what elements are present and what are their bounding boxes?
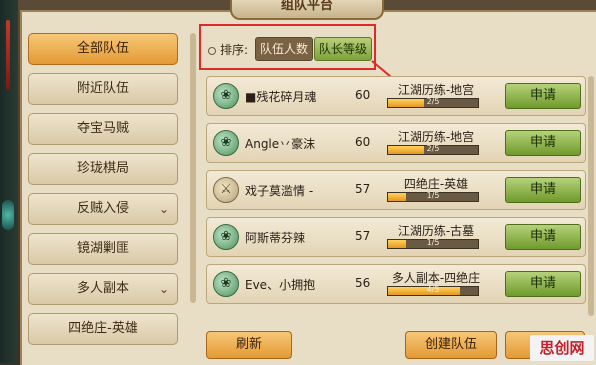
member-progress-bar: 4/5	[387, 285, 479, 296]
team-activity: 江湖历练-地宫	[397, 83, 475, 97]
window-title: 组队平台	[230, 0, 384, 20]
sidebar-item-label: 反贼入侵	[76, 201, 129, 216]
team-list: ❀ ■残花碎月魂 60 江湖历练-地宫 2/5 申请 ❀ Angle丷豪沫 60 江湖历练-地宫 2…	[206, 76, 586, 311]
sidebar-item-label: 四绝庄-英雄	[68, 321, 138, 336]
team-row: ❀ Angle丷豪沫 60 江湖历练-地宫 2/5 申请	[206, 123, 586, 163]
leaf-emblem-icon: ❀	[213, 130, 239, 156]
site-watermark: 思创网	[530, 335, 594, 361]
create-team-button[interactable]: 创建队伍	[405, 331, 497, 359]
team-row: ⚔ 戏子莫滥情 - 57 四绝庄-英雄 1/5 申请	[206, 170, 586, 210]
team-row: ❀ 阿斯蒂芬辣 57 江湖历练-古墓 1/5 申请	[206, 217, 586, 257]
apply-button[interactable]: 申请	[505, 130, 581, 156]
team-leader-name: Eve、小拥抱	[245, 278, 316, 292]
sidebar-item[interactable]: 四绝庄-英雄	[28, 313, 178, 345]
team-leader-name: 戏子莫滥情 -	[245, 184, 314, 198]
sidebar-scrollbar[interactable]	[190, 33, 196, 303]
member-progress-bar: 1/5	[387, 238, 479, 249]
sort-by-members-button[interactable]: 队伍人数	[255, 37, 313, 61]
team-leader-name: ■残花碎月魂	[245, 90, 317, 104]
sidebar-item[interactable]: 夺宝马贼	[28, 113, 178, 145]
sort-label-text: 排序:	[220, 43, 249, 57]
team-leader-name: 阿斯蒂芬辣	[245, 231, 306, 245]
sort-by-leader-level-button[interactable]: 队长等级	[314, 37, 372, 61]
sidebar-item[interactable]: 多人副本 ⌄	[28, 273, 178, 305]
jade-ornament-icon	[2, 200, 14, 230]
sidebar-item[interactable]: 珍珑棋局	[28, 153, 178, 185]
member-progress-bar: 2/5	[387, 97, 479, 108]
team-activity: 多人副本-四绝庄	[391, 271, 481, 285]
apply-button[interactable]: 申请	[505, 271, 581, 297]
team-activity: 四绝庄-英雄	[403, 177, 469, 191]
member-count-text: 4/5	[426, 285, 440, 294]
team-leader-level: 60	[355, 135, 371, 149]
team-row: ❀ ■残花碎月魂 60 江湖历练-地宫 2/5 申请	[206, 76, 586, 116]
radio-dot-icon	[208, 46, 216, 55]
left-border-decoration	[0, 0, 18, 363]
team-leader-level: 57	[355, 229, 371, 243]
sidebar-item-label: 夺宝马贼	[76, 121, 129, 136]
team-leader-level: 56	[355, 276, 371, 290]
chevron-down-icon[interactable]: ⌄	[159, 274, 169, 304]
member-count-text: 1/5	[426, 191, 440, 200]
sidebar-item[interactable]: 全部队伍	[28, 33, 178, 65]
team-leader-level: 57	[355, 182, 371, 196]
leaf-emblem-icon: ❀	[213, 271, 239, 297]
apply-button[interactable]: 申请	[505, 224, 581, 250]
team-activity: 江湖历练-古墓	[397, 224, 475, 238]
category-sidebar: 全部队伍附近队伍夺宝马贼珍珑棋局反贼入侵 ⌄ 镜湖剿匪多人副本 ⌄ 四绝庄-英雄	[28, 33, 188, 353]
refresh-button[interactable]: 刷新	[206, 331, 292, 359]
sidebar-item-label: 全部队伍	[76, 41, 129, 56]
team-row: ❀ Eve、小拥抱 56 多人副本-四绝庄 4/5 申请	[206, 264, 586, 304]
member-count-text: 1/5	[426, 238, 440, 247]
apply-button[interactable]: 申请	[505, 83, 581, 109]
sidebar-item-label: 多人副本	[76, 281, 129, 296]
leaf-emblem-icon: ❀	[213, 224, 239, 250]
team-list-scrollbar[interactable]	[588, 76, 594, 316]
apply-button[interactable]: 申请	[505, 177, 581, 203]
team-leader-name: Angle丷豪沫	[245, 137, 316, 151]
sidebar-item-label: 镜湖剿匪	[76, 241, 129, 256]
team-leader-level: 60	[355, 88, 371, 102]
sidebar-item[interactable]: 附近队伍	[28, 73, 178, 105]
sidebar-item[interactable]: 镜湖剿匪	[28, 233, 178, 265]
member-progress-bar: 2/5	[387, 144, 479, 155]
team-activity: 江湖历练-地宫	[397, 130, 475, 144]
sidebar-item-label: 珍珑棋局	[76, 161, 129, 176]
leaf-emblem-icon: ❀	[213, 83, 239, 109]
sort-label: 排序:	[208, 41, 248, 58]
member-count-text: 2/5	[426, 144, 440, 153]
sword-emblem-icon: ⚔	[213, 177, 239, 203]
member-count-text: 2/5	[426, 97, 440, 106]
chevron-down-icon[interactable]: ⌄	[159, 194, 169, 224]
sidebar-item-label: 附近队伍	[76, 81, 129, 96]
tassel-ornament-icon	[6, 20, 10, 90]
sidebar-item[interactable]: 反贼入侵 ⌄	[28, 193, 178, 225]
member-progress-bar: 1/5	[387, 191, 479, 202]
